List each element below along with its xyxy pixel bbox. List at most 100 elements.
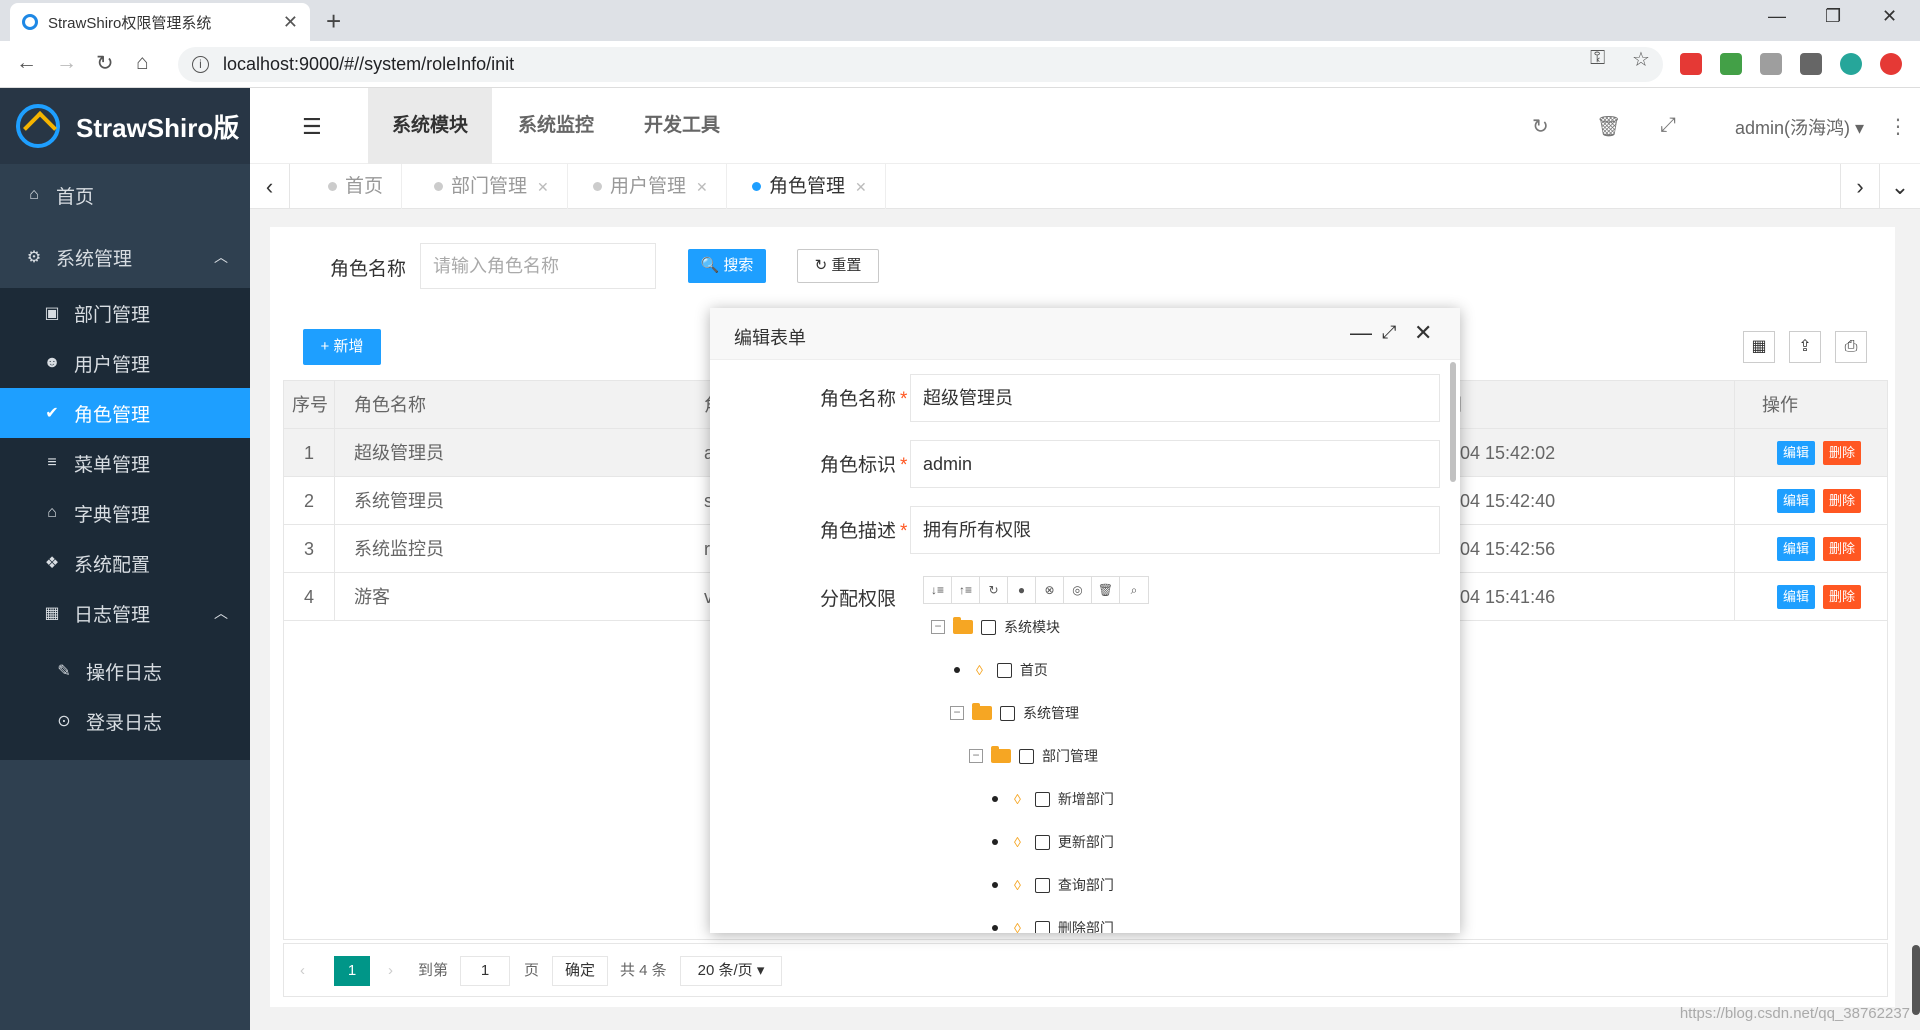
node-checkbox[interactable] bbox=[1034, 920, 1050, 933]
sidebar-item-menu[interactable]: ≡ 菜单管理 bbox=[0, 438, 250, 488]
node-checkbox[interactable] bbox=[996, 662, 1012, 678]
close-icon[interactable]: ✕ bbox=[696, 179, 708, 195]
sidebar-item-home[interactable]: ⌂ 首页 bbox=[0, 164, 250, 226]
reload-icon[interactable]: ↻ bbox=[96, 51, 114, 76]
trash-icon[interactable]: 🗑 bbox=[1596, 114, 1621, 139]
tab-system-module[interactable]: 系统模块 bbox=[368, 88, 493, 164]
reset-button[interactable]: ↻ 重置 bbox=[797, 249, 879, 283]
key-icon[interactable]: ⚿ bbox=[1590, 47, 1605, 70]
tree-node-system-mgmt[interactable]: − 系统管理 bbox=[950, 701, 1079, 725]
maximize-icon[interactable]: ⤢ bbox=[1382, 322, 1396, 343]
delete-button[interactable]: 删除 bbox=[1822, 489, 1861, 513]
node-checkbox[interactable] bbox=[1000, 705, 1015, 721]
check-circle-icon[interactable]: ◎ bbox=[1064, 577, 1092, 603]
menu-toggle-icon[interactable]: ☰ bbox=[302, 114, 322, 140]
extension-v-icon[interactable] bbox=[1760, 53, 1782, 75]
sidebar-item-dept[interactable]: ▣ 部门管理 bbox=[0, 288, 250, 338]
sidebar-item-system-mgmt[interactable]: ⚙ 系统管理 ︿ bbox=[0, 226, 250, 288]
page-tab-home[interactable]: 首页 bbox=[310, 164, 403, 209]
tree-node-home[interactable]: ◊ 首页 bbox=[950, 658, 1048, 682]
role-key-field[interactable]: admin bbox=[910, 440, 1440, 488]
sidebar-item-log-mgmt[interactable]: ▦ 日志管理 ︿ bbox=[0, 588, 250, 638]
prev-page-icon[interactable]: ‹ bbox=[300, 956, 305, 986]
page-tab-dept[interactable]: 部门管理 ✕ bbox=[416, 164, 568, 209]
print-icon[interactable]: ⎙ bbox=[1835, 331, 1867, 363]
uncheck-all-icon[interactable]: ⊗ bbox=[1036, 577, 1064, 603]
export-icon[interactable]: ⇪ bbox=[1789, 331, 1821, 363]
sidebar-item-dict[interactable]: ⌂ 字典管理 bbox=[0, 488, 250, 538]
current-page[interactable]: 1 bbox=[334, 956, 370, 986]
tree-node-system-module[interactable]: − 系统模块 bbox=[931, 615, 1060, 639]
edit-button[interactable]: 编辑 bbox=[1776, 441, 1815, 465]
edit-button[interactable]: 编辑 bbox=[1776, 489, 1815, 513]
close-tab-icon[interactable]: ✕ bbox=[283, 12, 298, 33]
tree-node-query-dept[interactable]: ◊ 查询部门 bbox=[988, 873, 1114, 897]
collapse-icon[interactable]: − bbox=[969, 749, 983, 763]
home-icon[interactable]: ⌂ bbox=[136, 51, 149, 75]
tree-node-update-dept[interactable]: ◊ 更新部门 bbox=[988, 830, 1114, 854]
role-name-field[interactable]: 超级管理员 bbox=[910, 374, 1440, 422]
tab-dev-tools[interactable]: 开发工具 bbox=[620, 88, 744, 164]
collapse-icon[interactable]: − bbox=[931, 620, 945, 634]
delete-button[interactable]: 删除 bbox=[1822, 585, 1861, 609]
puzzle-icon[interactable] bbox=[1800, 53, 1822, 75]
node-checkbox[interactable] bbox=[1019, 748, 1034, 764]
minimize-icon[interactable]: — bbox=[1350, 320, 1372, 346]
sidebar-item-config[interactable]: ❖ 系统配置 bbox=[0, 538, 250, 588]
more-icon[interactable]: ⋮ bbox=[1888, 114, 1908, 139]
node-checkbox[interactable] bbox=[1034, 791, 1050, 807]
page-size-select[interactable]: 20 条/页 ▾ bbox=[680, 956, 782, 986]
back-icon[interactable]: ← bbox=[16, 51, 37, 75]
extension-fe-icon[interactable] bbox=[1680, 53, 1702, 75]
node-checkbox[interactable] bbox=[1034, 877, 1050, 893]
minimize-icon[interactable]: — bbox=[1768, 6, 1786, 27]
url-input[interactable]: i localhost:9000/#//system/roleInfo/init bbox=[178, 47, 1663, 82]
update-icon[interactable] bbox=[1880, 53, 1902, 75]
page-scrollbar[interactable] bbox=[1912, 945, 1920, 1015]
close-icon[interactable]: ✕ bbox=[1414, 320, 1432, 346]
refresh-icon[interactable]: ↻ bbox=[1532, 114, 1549, 139]
delete-button[interactable]: 删除 bbox=[1822, 537, 1861, 561]
close-icon[interactable]: ✕ bbox=[537, 179, 549, 195]
collapse-icon[interactable]: − bbox=[950, 706, 964, 720]
search-icon[interactable]: ⌕ bbox=[1120, 577, 1148, 603]
site-info-icon[interactable]: i bbox=[192, 56, 209, 73]
tabs-dropdown-icon[interactable]: ⌄ bbox=[1880, 164, 1920, 209]
sidebar-item-role[interactable]: ✔ 角色管理 bbox=[0, 388, 250, 438]
refresh-icon[interactable]: ↻ bbox=[980, 577, 1008, 603]
sidebar-item-oper-log[interactable]: ✎ 操作日志 bbox=[0, 646, 250, 696]
dialog-scrollbar[interactable] bbox=[1450, 362, 1456, 482]
edit-button[interactable]: 编辑 bbox=[1776, 585, 1815, 609]
sidebar-item-user[interactable]: ☻ 用户管理 bbox=[0, 338, 250, 388]
profile-avatar[interactable] bbox=[1840, 53, 1862, 75]
expand-all-icon[interactable]: ↓≡ bbox=[924, 577, 952, 603]
add-button[interactable]: + 新增 bbox=[303, 329, 381, 365]
node-checkbox[interactable] bbox=[981, 619, 996, 635]
close-icon[interactable]: ✕ bbox=[855, 179, 867, 195]
goto-confirm-button[interactable]: 确定 bbox=[552, 956, 608, 986]
fullscreen-icon[interactable]: ⤢ bbox=[1660, 114, 1676, 137]
tree-node-dept-mgmt[interactable]: − 部门管理 bbox=[969, 744, 1098, 768]
next-page-icon[interactable]: › bbox=[388, 956, 393, 986]
role-name-search-input[interactable]: 请输入角色名称 bbox=[420, 243, 656, 289]
tree-node-add-dept[interactable]: ◊ 新增部门 bbox=[988, 787, 1114, 811]
tabs-prev-icon[interactable]: ‹ bbox=[250, 164, 290, 209]
tabs-next-icon[interactable]: › bbox=[1840, 164, 1880, 209]
goto-page-input[interactable]: 1 bbox=[460, 956, 510, 986]
maximize-icon[interactable]: ❐ bbox=[1825, 6, 1841, 27]
check-all-icon[interactable]: ● bbox=[1008, 577, 1036, 603]
browser-tab[interactable]: StrawShiro权限管理系统 ✕ bbox=[10, 3, 310, 41]
extension-color-icon[interactable] bbox=[1720, 53, 1742, 75]
star-icon[interactable]: ☆ bbox=[1632, 47, 1650, 72]
tab-system-monitor[interactable]: 系统监控 bbox=[494, 88, 618, 164]
forward-icon[interactable]: → bbox=[56, 51, 77, 75]
sidebar-item-login-log[interactable]: ⊙ 登录日志 bbox=[0, 696, 250, 746]
tree-node-delete-dept[interactable]: ◊ 删除部门 bbox=[988, 916, 1114, 933]
collapse-all-icon[interactable]: ↑≡ bbox=[952, 577, 980, 603]
trash-icon[interactable]: 🗑 bbox=[1092, 577, 1120, 603]
new-tab-button[interactable]: + bbox=[326, 6, 341, 37]
search-button[interactable]: 🔍 搜索 bbox=[688, 249, 766, 283]
delete-button[interactable]: 删除 bbox=[1822, 441, 1861, 465]
page-tab-role[interactable]: 角色管理 ✕ bbox=[734, 164, 886, 209]
role-desc-field[interactable]: 拥有所有权限 bbox=[910, 506, 1440, 554]
